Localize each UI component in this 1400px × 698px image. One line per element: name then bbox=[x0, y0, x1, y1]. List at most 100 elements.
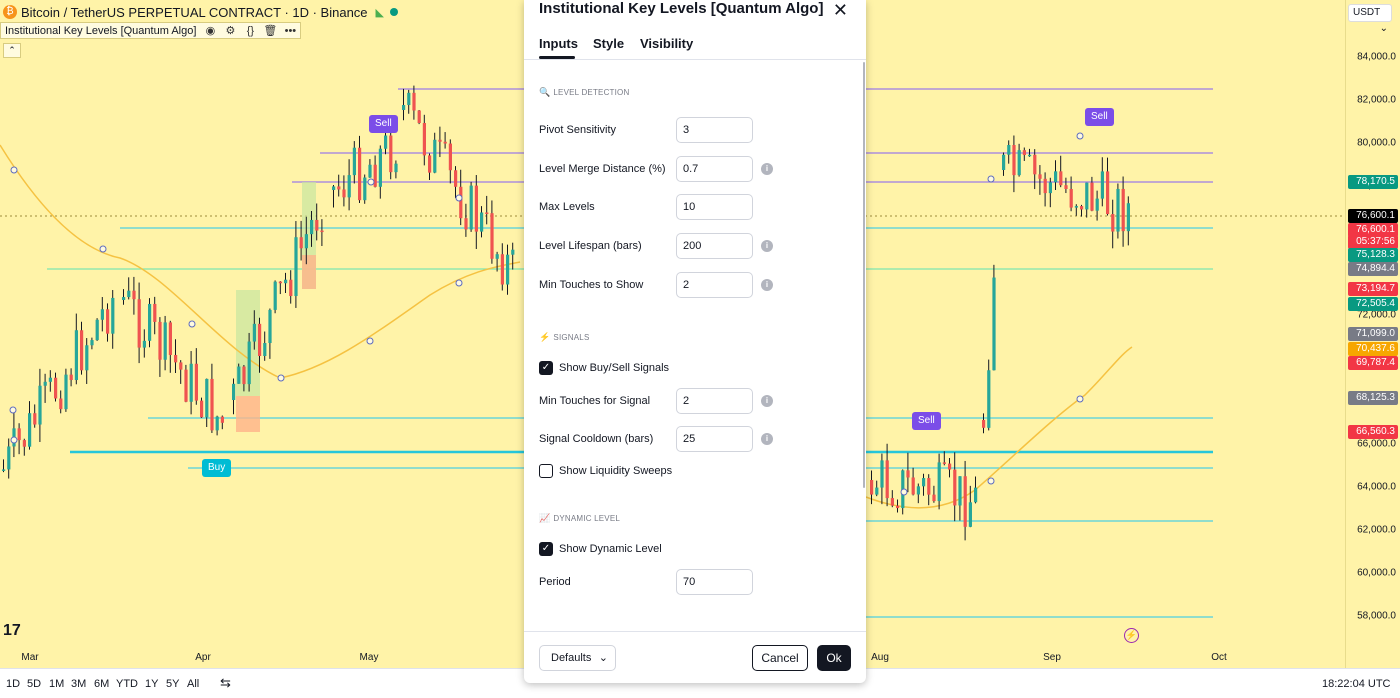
show-buy-sell-label[interactable]: Show Buy/Sell Signals bbox=[559, 362, 669, 374]
candle-body bbox=[69, 374, 73, 381]
candle-body bbox=[237, 366, 241, 384]
level-marker bbox=[188, 320, 196, 328]
level-marker bbox=[455, 194, 463, 202]
show-dynamic-label[interactable]: Show Dynamic Level bbox=[559, 543, 662, 555]
candle-body bbox=[174, 354, 178, 363]
date-range-icon[interactable]: ⇆ bbox=[220, 675, 231, 691]
cancel-button[interactable]: Cancel bbox=[752, 645, 808, 671]
min-touches-signal-input[interactable]: 2 bbox=[676, 388, 753, 414]
section-level-detection: 🔍 LEVEL DETECTION bbox=[539, 87, 629, 98]
price-tick: 62,000.0 bbox=[1357, 524, 1396, 536]
symbol-title[interactable]: Bitcoin / TetherUS PERPETUAL CONTRACT · … bbox=[21, 5, 368, 20]
time-label: Oct bbox=[1211, 652, 1227, 663]
candle-body bbox=[428, 155, 432, 173]
candle-body bbox=[1116, 188, 1120, 232]
signal-cooldown-input[interactable]: 25 bbox=[676, 426, 753, 452]
lightning-icon: ⚡ bbox=[539, 332, 551, 342]
tab-visibility[interactable]: Visibility bbox=[640, 36, 693, 51]
show-liquidity-label[interactable]: Show Liquidity Sweeps bbox=[559, 465, 672, 477]
candle-body bbox=[289, 279, 293, 297]
candle-body bbox=[890, 498, 894, 506]
source-code-icon[interactable]: {} bbox=[240, 25, 260, 37]
range-1y[interactable]: 1Y bbox=[145, 678, 158, 690]
defaults-dropdown[interactable]: Defaults ⌄ bbox=[539, 645, 616, 671]
level-marker bbox=[277, 374, 285, 382]
eye-icon[interactable]: ◉ bbox=[200, 24, 220, 37]
indicator-name[interactable]: Institutional Key Levels [Quantum Algo] bbox=[1, 25, 200, 37]
price-axis[interactable]: USDT⌄ 84,000.082,000.080,000.078,000.076… bbox=[1345, 0, 1400, 668]
show-liquidity-checkbox[interactable] bbox=[539, 464, 553, 478]
candle-body bbox=[17, 428, 21, 441]
candle-body bbox=[184, 369, 188, 402]
candle-body bbox=[220, 416, 224, 423]
tab-style[interactable]: Style bbox=[593, 36, 624, 51]
lightning-icon[interactable]: ⚡ bbox=[1124, 628, 1139, 643]
candle-body bbox=[200, 400, 204, 418]
range-5d[interactable]: 5D bbox=[27, 678, 41, 690]
delete-icon[interactable]: 🗑 bbox=[260, 24, 280, 37]
candle-body bbox=[299, 237, 303, 249]
candle-body bbox=[407, 92, 411, 106]
close-icon[interactable]: ✕ bbox=[833, 0, 848, 21]
info-icon[interactable]: i bbox=[761, 240, 773, 252]
time-label: Mar bbox=[21, 652, 39, 663]
range-1m[interactable]: 1M bbox=[49, 678, 64, 690]
candle-body bbox=[1074, 206, 1078, 208]
candle-body bbox=[127, 290, 131, 298]
candle-body bbox=[358, 147, 362, 201]
collapse-legend-button[interactable]: ⌃ bbox=[3, 43, 21, 58]
candle-body bbox=[1022, 150, 1026, 156]
clock[interactable]: 18:22:04 UTC bbox=[1322, 678, 1390, 690]
level-marker bbox=[99, 245, 107, 253]
candle-body bbox=[100, 309, 104, 320]
candle-body bbox=[1064, 185, 1068, 189]
candle-body bbox=[153, 303, 157, 322]
candle-body bbox=[310, 219, 314, 235]
candle-body bbox=[85, 345, 89, 371]
level-lifespan-input[interactable]: 200 bbox=[676, 233, 753, 259]
level-merge-distance-input[interactable]: 0.7 bbox=[676, 156, 753, 182]
candle-body bbox=[278, 281, 282, 284]
indicator-settings-dialog: Institutional Key Levels [Quantum Algo] … bbox=[524, 0, 866, 683]
period-input[interactable]: 70 bbox=[676, 569, 753, 595]
defaults-label: Defaults bbox=[551, 652, 592, 664]
candle-body bbox=[242, 366, 246, 385]
candle-body bbox=[80, 330, 84, 371]
range-1d[interactable]: 1D bbox=[6, 678, 20, 690]
candle-body bbox=[1048, 182, 1052, 194]
range-all[interactable]: All bbox=[187, 678, 199, 690]
inputs-panel[interactable]: 🔍 LEVEL DETECTION Pivot Sensitivity 3 Lev… bbox=[524, 60, 866, 630]
price-label: 78,170.5 bbox=[1348, 175, 1398, 190]
more-icon[interactable]: ••• bbox=[280, 25, 300, 37]
currency-select[interactable]: USDT ⌄ bbox=[1348, 4, 1392, 34]
range-ytd[interactable]: YTD bbox=[116, 678, 138, 690]
candle-body bbox=[992, 277, 996, 371]
show-dynamic-checkbox[interactable]: ✓ bbox=[539, 542, 553, 556]
range-5y[interactable]: 5Y bbox=[166, 678, 179, 690]
dialog-scrollbar[interactable] bbox=[863, 62, 865, 488]
candle-body bbox=[337, 186, 341, 190]
show-buy-sell-checkbox[interactable]: ✓ bbox=[539, 361, 553, 375]
signal-cooldown-label: Signal Cooldown (bars) bbox=[539, 433, 654, 445]
section-title: LEVEL DETECTION bbox=[553, 88, 630, 97]
tab-inputs[interactable]: Inputs bbox=[539, 36, 578, 51]
candle-body bbox=[906, 470, 910, 478]
info-icon[interactable]: i bbox=[761, 163, 773, 175]
ok-button[interactable]: Ok bbox=[817, 645, 851, 671]
sell-signal: Sell bbox=[1085, 108, 1114, 126]
info-icon[interactable]: i bbox=[761, 433, 773, 445]
candle-body bbox=[294, 237, 298, 297]
settings-icon[interactable]: ⚙ bbox=[220, 24, 240, 37]
candle-body bbox=[142, 340, 146, 348]
candle-body bbox=[168, 322, 172, 355]
supply-zone bbox=[302, 255, 316, 289]
info-icon[interactable]: i bbox=[761, 279, 773, 291]
info-icon[interactable]: i bbox=[761, 395, 773, 407]
range-3m[interactable]: 3M bbox=[71, 678, 86, 690]
pivot-sensitivity-input[interactable]: 3 bbox=[676, 117, 753, 143]
min-touches-show-input[interactable]: 2 bbox=[676, 272, 753, 298]
candle-body bbox=[485, 212, 489, 214]
indicator-legend[interactable]: Institutional Key Levels [Quantum Algo] … bbox=[0, 22, 302, 39]
max-levels-input[interactable]: 10 bbox=[676, 194, 753, 220]
range-6m[interactable]: 6M bbox=[94, 678, 109, 690]
